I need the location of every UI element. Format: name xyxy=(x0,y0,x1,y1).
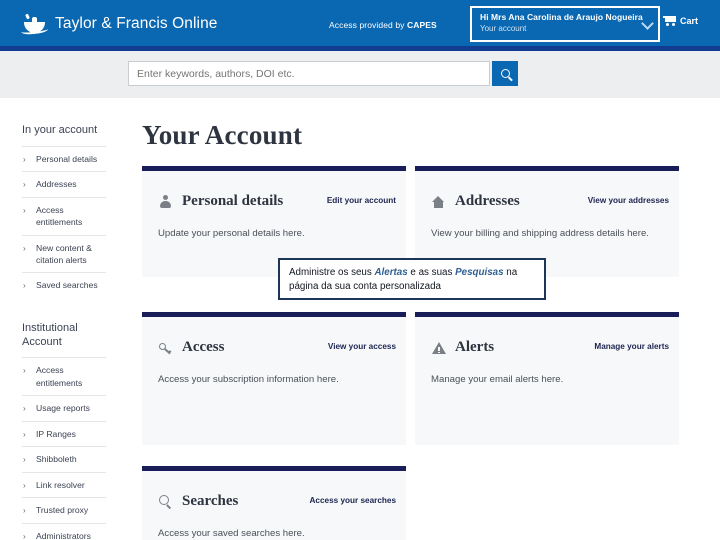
card-title: Searches xyxy=(182,493,239,509)
card-header: Alerts Manage your alerts xyxy=(431,339,669,356)
sidebar-item-label: Saved searches xyxy=(36,280,98,291)
sidebar-item-ip-ranges[interactable]: › IP Ranges xyxy=(22,420,106,446)
site-header: Taylor & Francis Online Access provided … xyxy=(0,0,720,46)
sidebar-item-usage-reports[interactable]: › Usage reports xyxy=(22,395,106,420)
account-menu-button[interactable]: Hi Mrs Ana Carolina de Araujo Nogueira Y… xyxy=(470,6,660,42)
sidebar-item-shibboleth[interactable]: › Shibboleth xyxy=(22,446,106,471)
sidebar-item-saved-searches[interactable]: › Saved searches xyxy=(22,272,106,297)
cart-button[interactable]: Cart xyxy=(663,16,698,26)
annotation-callout: Administre os seus Alertas e as suas Pes… xyxy=(278,258,546,300)
sidebar-item-label: IP Ranges xyxy=(36,428,76,439)
warning-triangle-icon xyxy=(431,340,446,356)
card-description: Access your saved searches here. xyxy=(158,528,305,539)
callout-emphasis-pesquisas: Pesquisas xyxy=(455,267,504,278)
card-access[interactable]: Access View your access Access your subs… xyxy=(142,312,406,445)
card-header: Personal details Edit your account xyxy=(158,193,396,210)
card-description: View your billing and shipping address d… xyxy=(431,228,649,239)
sidebar-item-label: Access entitlements xyxy=(36,365,83,388)
card-link-view-your-addresses[interactable]: View your addresses xyxy=(588,196,669,205)
card-link-edit-your-account[interactable]: Edit your account xyxy=(327,196,396,205)
sidebar-item-label: Personal details xyxy=(36,153,98,164)
chevron-right-icon: › xyxy=(23,531,26,540)
cart-label: Cart xyxy=(680,16,699,26)
chevron-right-icon: › xyxy=(23,281,26,291)
chevron-right-icon: › xyxy=(23,404,26,414)
account-sublabel: Your account xyxy=(480,24,527,33)
cart-icon xyxy=(663,16,676,26)
card-link-view-your-access[interactable]: View your access xyxy=(328,342,396,351)
chevron-right-icon: › xyxy=(23,205,26,215)
callout-text-part1: Administre os seus xyxy=(289,267,375,278)
card-alerts[interactable]: Alerts Manage your alerts Manage your em… xyxy=(415,312,679,445)
sidebar-item-inst-access-entitlements[interactable]: › Access entitlements xyxy=(22,357,106,395)
search-submit-button[interactable] xyxy=(492,61,518,86)
sidebar-item-label: Usage reports xyxy=(36,403,90,414)
chevron-right-icon: › xyxy=(23,429,26,439)
card-link-manage-your-alerts[interactable]: Manage your alerts xyxy=(594,342,669,351)
home-icon xyxy=(431,194,446,210)
chevron-right-icon: › xyxy=(23,243,26,253)
access-provided-prefix: Access provided by xyxy=(329,20,407,30)
person-icon xyxy=(158,194,173,210)
sidebar-section-title-institutional-account: Institutional Account xyxy=(22,321,78,348)
magnifier-icon xyxy=(158,494,173,510)
chevron-right-icon: › xyxy=(23,506,26,516)
card-header: Addresses View your addresses xyxy=(431,193,669,210)
account-main: Your Account Personal details Edit your … xyxy=(140,98,720,540)
account-sidebar: In your account › Personal details › Add… xyxy=(0,98,128,540)
chevron-right-icon: › xyxy=(23,154,26,164)
chevron-right-icon: › xyxy=(23,180,26,190)
page-title: Your Account xyxy=(142,120,303,150)
card-description: Update your personal details here. xyxy=(158,228,305,239)
site-logo-text: Taylor & Francis Online xyxy=(55,15,218,32)
card-searches[interactable]: Searches Access your searches Access you… xyxy=(142,466,406,540)
card-header: Searches Access your searches xyxy=(158,493,396,510)
card-description: Access your subscription information her… xyxy=(158,374,339,385)
card-link-access-your-searches[interactable]: Access your searches xyxy=(310,496,396,505)
sidebar-item-administrators[interactable]: › Administrators xyxy=(22,522,106,540)
access-provided-label: Access provided by CAPES xyxy=(329,20,437,30)
sidebar-item-addresses[interactable]: › Addresses xyxy=(22,171,106,196)
sidebar-item-label: Shibboleth xyxy=(36,454,77,465)
chevron-right-icon: › xyxy=(23,455,26,465)
taylor-francis-lamp-icon xyxy=(20,13,49,36)
sidebar-item-access-entitlements[interactable]: › Access entitlements xyxy=(22,196,106,235)
key-icon xyxy=(158,340,173,356)
sidebar-item-label: Trusted proxy xyxy=(36,505,89,516)
sidebar-item-new-content-citation-alerts[interactable]: › New content & citation alerts xyxy=(22,234,106,273)
sidebar-item-trusted-proxy[interactable]: › Trusted proxy xyxy=(22,497,106,522)
site-logo[interactable]: Taylor & Francis Online xyxy=(20,13,218,36)
account-greeting: Hi Mrs Ana Carolina de Araujo Nogueira xyxy=(480,12,643,22)
callout-emphasis-alertas: Alertas xyxy=(374,267,408,278)
search-input[interactable] xyxy=(128,61,490,86)
sidebar-item-label: Addresses xyxy=(36,179,77,190)
account-page: Taylor & Francis Online Access provided … xyxy=(0,0,720,540)
search-icon xyxy=(500,69,510,78)
sidebar-item-link-resolver[interactable]: › Link resolver xyxy=(22,471,106,497)
sidebar-item-personal-details[interactable]: › Personal details xyxy=(22,145,106,171)
card-title: Access xyxy=(182,339,225,355)
card-header: Access View your access xyxy=(158,339,396,356)
card-title: Personal details xyxy=(182,193,284,209)
sidebar-item-label: New content & citation alerts xyxy=(36,242,92,266)
chevron-right-icon: › xyxy=(23,480,26,490)
card-title: Alerts xyxy=(455,339,495,355)
sidebar-item-label: Access entitlements xyxy=(36,204,83,228)
access-provided-org: CAPES xyxy=(406,20,437,30)
sidebar-item-label: Link resolver xyxy=(36,479,85,490)
card-description: Manage your email alerts here. xyxy=(431,374,564,385)
sidebar-section-title-in-your-account: In your account xyxy=(22,124,98,136)
sidebar-item-label: Administrators xyxy=(36,530,91,540)
callout-text-part2: e as suas xyxy=(407,267,456,278)
chevron-right-icon: › xyxy=(23,366,26,376)
card-title: Addresses xyxy=(455,193,520,209)
